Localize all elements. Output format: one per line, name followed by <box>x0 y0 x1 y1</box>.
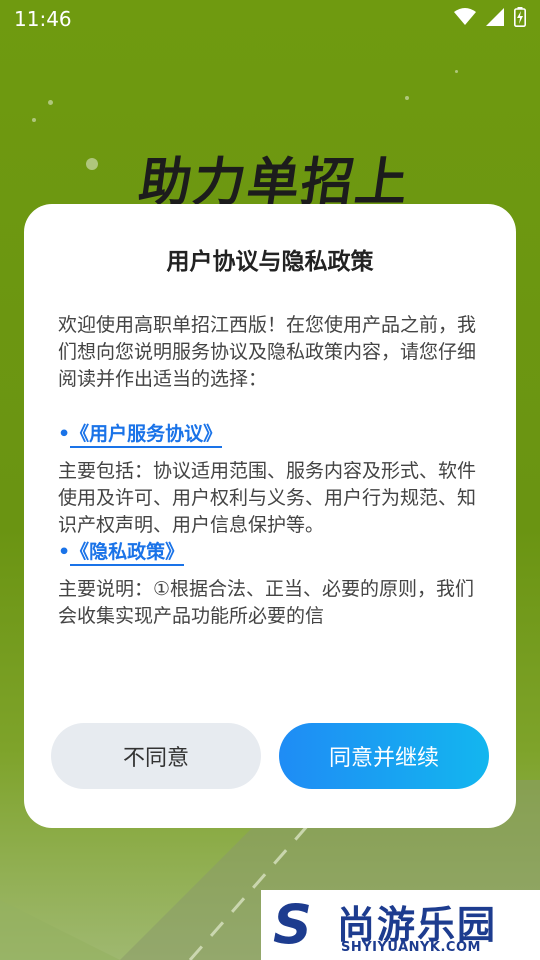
privacy-summary-text: 主要说明：①根据合法、正当、必要的原则，我们会收集实现产品功能所必要的信 <box>58 578 475 627</box>
status-icons <box>454 7 526 27</box>
dialog-title: 用户协议与隐私政策 <box>166 249 374 275</box>
background-sparkle <box>48 100 53 105</box>
privacy-policy-row: •《隐私政策》 <box>58 539 488 566</box>
status-bar: 11:46 <box>0 0 540 36</box>
decline-button[interactable]: 不同意 <box>51 723 261 789</box>
bullet: • <box>58 423 71 445</box>
watermark-logo: S 尚游乐园 SHYIYUANYK.COM <box>261 890 540 960</box>
background-sparkle <box>32 118 36 122</box>
bullet: • <box>58 541 71 563</box>
privacy-dialog: 用户协议与隐私政策 欢迎使用高职单招江西版！在您使用产品之前，我们想向您说明服务… <box>24 204 516 828</box>
wifi-icon <box>454 8 476 25</box>
service-agreement-row: •《用户服务协议》 <box>58 421 488 448</box>
battery-charging-icon <box>514 7 526 27</box>
privacy-policy-link[interactable]: 《隐私政策》 <box>70 541 185 566</box>
cellular-signal-icon <box>486 8 504 26</box>
dialog-scroll-body[interactable]: 欢迎使用高职单招江西版！在您使用产品之前，我们想向您说明服务协议及隐私政策内容，… <box>58 312 488 694</box>
background-sparkle <box>86 158 98 170</box>
service-agreement-link[interactable]: 《用户服务协议》 <box>70 423 223 448</box>
intro-text: 欢迎使用高职单招江西版！在您使用产品之前，我们想向您说明服务协议及隐私政策内容，… <box>58 314 477 390</box>
status-time: 11:46 <box>14 7 72 31</box>
background-sparkle <box>455 70 458 73</box>
watermark-domain: SHYIYUANYK.COM <box>341 940 481 955</box>
watermark-s-mark: S <box>273 893 312 956</box>
background-sparkle <box>405 96 409 100</box>
accept-continue-button[interactable]: 同意并继续 <box>279 723 489 789</box>
service-summary-text: 主要包括：协议适用范围、服务内容及形式、软件使用及许可、用户权利与义务、用户行为… <box>58 460 477 536</box>
